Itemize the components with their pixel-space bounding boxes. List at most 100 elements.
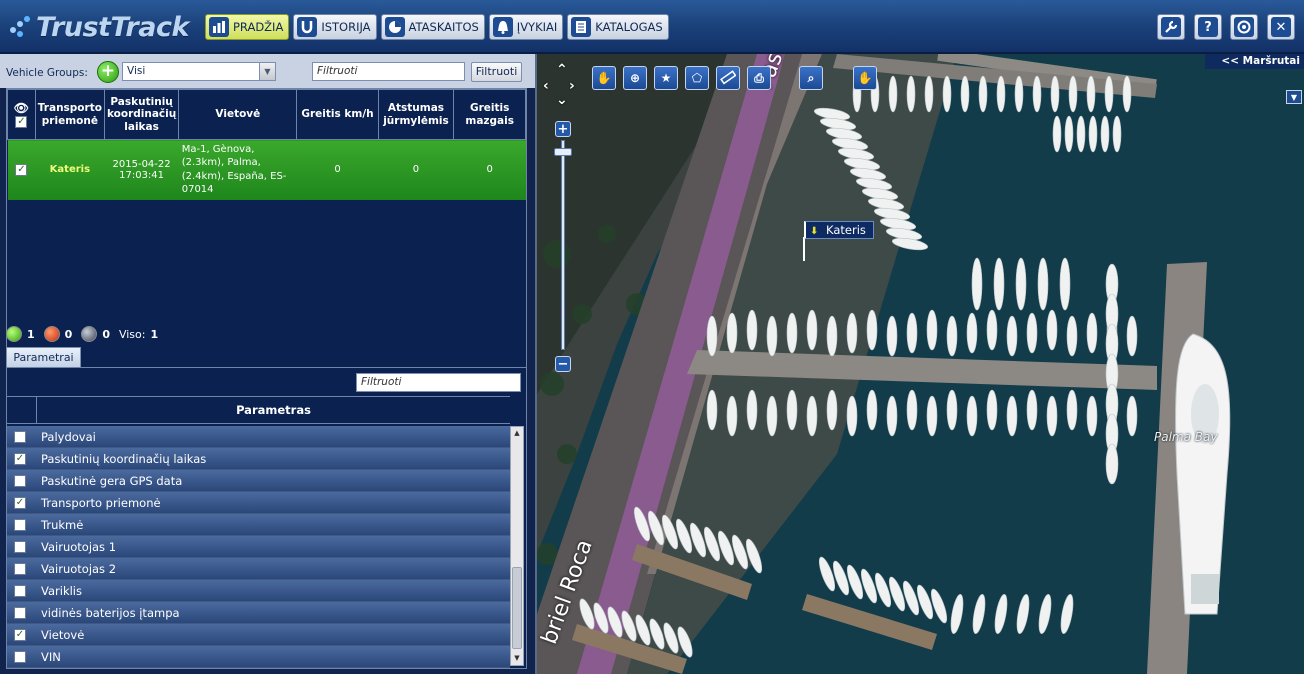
param-checkbox[interactable] [14,474,26,487]
param-checkbox[interactable] [14,584,26,597]
nav-istorija[interactable]: ISTORIJA [293,14,377,40]
param-checkbox[interactable]: ✓ [14,496,26,509]
settings-button[interactable] [1157,14,1185,40]
help-button[interactable]: ? [1194,14,1222,40]
list-item[interactable]: Vairuotojas 1 [7,536,510,558]
favorite-button[interactable]: ★ [654,66,678,90]
zoom-track[interactable] [561,140,565,350]
vehicle-groups-label: Vehicle Groups: [6,67,88,79]
status-red-count: 0 [64,327,73,341]
param-checkbox[interactable] [14,606,26,619]
place-label: Palma Bay [1154,430,1218,444]
direction-arrow-icon: ⬇ [810,226,819,237]
param-label: Variklis [41,583,82,598]
scroll-down-icon[interactable]: ▼ [511,652,523,665]
wrench-icon [1161,17,1181,37]
zoom-knob[interactable] [554,148,572,156]
param-checkbox[interactable] [14,650,26,663]
list-item[interactable]: ✓ Transporto priemonė [7,492,510,514]
star-icon: ★ [660,71,672,85]
nav-pradzia[interactable]: PRADŽIA [205,14,290,40]
param-checkbox[interactable] [14,540,26,553]
vehicle-groups-bar: Vehicle Groups: + Visi ▼ Filtruoti Filtr… [0,54,535,88]
param-label: Vairuotojas 1 [41,539,117,554]
scroll-up-icon[interactable]: ▲ [511,427,523,440]
param-checkbox[interactable] [14,562,26,575]
row-checkbox[interactable]: ✓ [15,163,28,176]
vehicle-name[interactable]: Kateris [35,139,105,200]
main-nav: PRADŽIA ISTORIJA ATASKAITOS ĮVYKIAI KATA… [205,14,669,40]
chevron-down-icon[interactable]: ▼ [259,63,275,80]
param-checkbox[interactable]: ✓ [14,452,26,465]
distance-nm: 0 [378,139,454,200]
search-icon: ⌕ [807,70,815,85]
pan-control[interactable]: ⌃ ‹ › ⌄ [543,62,579,114]
nav-label: ISTORIJA [321,20,371,34]
status-grey-icon[interactable] [81,326,98,342]
routes-button[interactable]: << Maršrutai [1205,54,1304,69]
column-location[interactable]: Vietovė [178,89,298,140]
search-map-button[interactable]: ⌕ [799,66,823,90]
list-item[interactable]: ✓ Paskutinių koordinačių laikas [7,448,510,470]
params-scrollbar[interactable]: ▲ ▼ [510,426,524,666]
list-item[interactable]: Trukmė [7,514,510,536]
column-last-time[interactable]: Paskutinių koordinačių laikas [103,89,180,140]
bar-chart-icon [209,17,229,37]
nav-label: ĮVYKIAI [516,20,558,34]
print-button[interactable]: ⎙ [747,66,771,90]
select-all-checkbox[interactable]: ✓ [15,116,28,129]
eye-icon[interactable]: 👁 [10,101,33,115]
params-column-title[interactable]: Parametras [37,397,510,424]
params-header: Parametras [7,396,510,424]
vehicle-marker-label[interactable]: ⬇ Kateris [804,221,874,239]
params-filter-input[interactable]: Filtruoti [356,373,521,392]
nav-katalogas[interactable]: KATALOGAS [567,14,669,40]
param-checkbox[interactable]: ✓ [14,628,26,641]
vehicle-filter-input[interactable]: Filtruoti [312,62,465,81]
chevron-down-icon[interactable]: ▼ [1286,90,1302,104]
zoom-in-button[interactable]: + [555,121,571,137]
list-item[interactable]: Palydovai [7,426,510,448]
scroll-thumb[interactable] [512,567,522,649]
map-view[interactable]: Passeig briel Roca Palma Bay ⌃ ‹ › ⌄ + −… [537,54,1304,674]
print-icon: ⎙ [754,70,764,85]
list-item[interactable]: vidinės baterijos įtampa [7,602,510,624]
param-label: Trukmė [41,517,84,532]
status-red-icon[interactable] [43,326,60,342]
support-button[interactable] [1230,14,1258,40]
alarm-bell-icon [492,17,513,37]
zoom-out-button[interactable]: − [555,356,571,372]
column-speed-kmh[interactable]: Greitis km/h [296,89,379,140]
column-distance-nm[interactable]: Atstumas jūrmylėmis [377,89,455,140]
column-vehicle[interactable]: Transporto priemonė [34,89,105,140]
tab-parametrai[interactable]: Parametrai [6,347,81,367]
zoom-slider[interactable]: + − [554,121,572,372]
trusttrack-logo[interactable]: TrustTrack [8,9,189,45]
vehicle-filter-button[interactable]: Filtruoti [471,62,522,82]
add-group-button[interactable]: + [97,61,119,83]
vehicle-group-select[interactable]: Visi ▼ [122,62,276,81]
list-item[interactable]: ✓ Vietovė [7,624,510,646]
nav-label: ATASKAITOS [408,20,479,34]
column-speed-knots[interactable]: Greitis mazgais [453,89,526,140]
table-row[interactable]: ✓ Kateris 2015-04-22 17:03:41 Ma-1, Gèno… [7,139,526,200]
list-item[interactable]: VIN [7,646,510,668]
param-checkbox[interactable] [14,430,26,443]
logo-mark-icon [8,13,36,41]
row-checkbox-cell: ✓ [7,139,36,200]
grab-hand-button[interactable]: ✋ [853,66,877,90]
nav-ivykiai[interactable]: ĮVYKIAI [488,14,564,40]
polygon-button[interactable]: ⬠ [685,66,709,90]
pan-hand-button[interactable]: ✋ [592,66,616,90]
list-item[interactable]: Paskutinė gera GPS data [7,470,510,492]
status-green-icon[interactable] [6,326,22,342]
nav-ataskaitos[interactable]: ATASKAITOS [380,14,485,40]
list-item[interactable]: Vairuotojas 2 [7,558,510,580]
list-item[interactable]: Variklis [7,580,510,602]
zoom-in-tool-button[interactable]: ⊕ [623,66,647,90]
close-icon: ✕ [1271,17,1291,37]
param-checkbox[interactable] [14,518,26,531]
close-button[interactable]: ✕ [1267,14,1295,40]
ruler-button[interactable] [716,66,740,90]
left-panel: Vehicle Groups: + Visi ▼ Filtruoti Filtr… [0,54,537,674]
